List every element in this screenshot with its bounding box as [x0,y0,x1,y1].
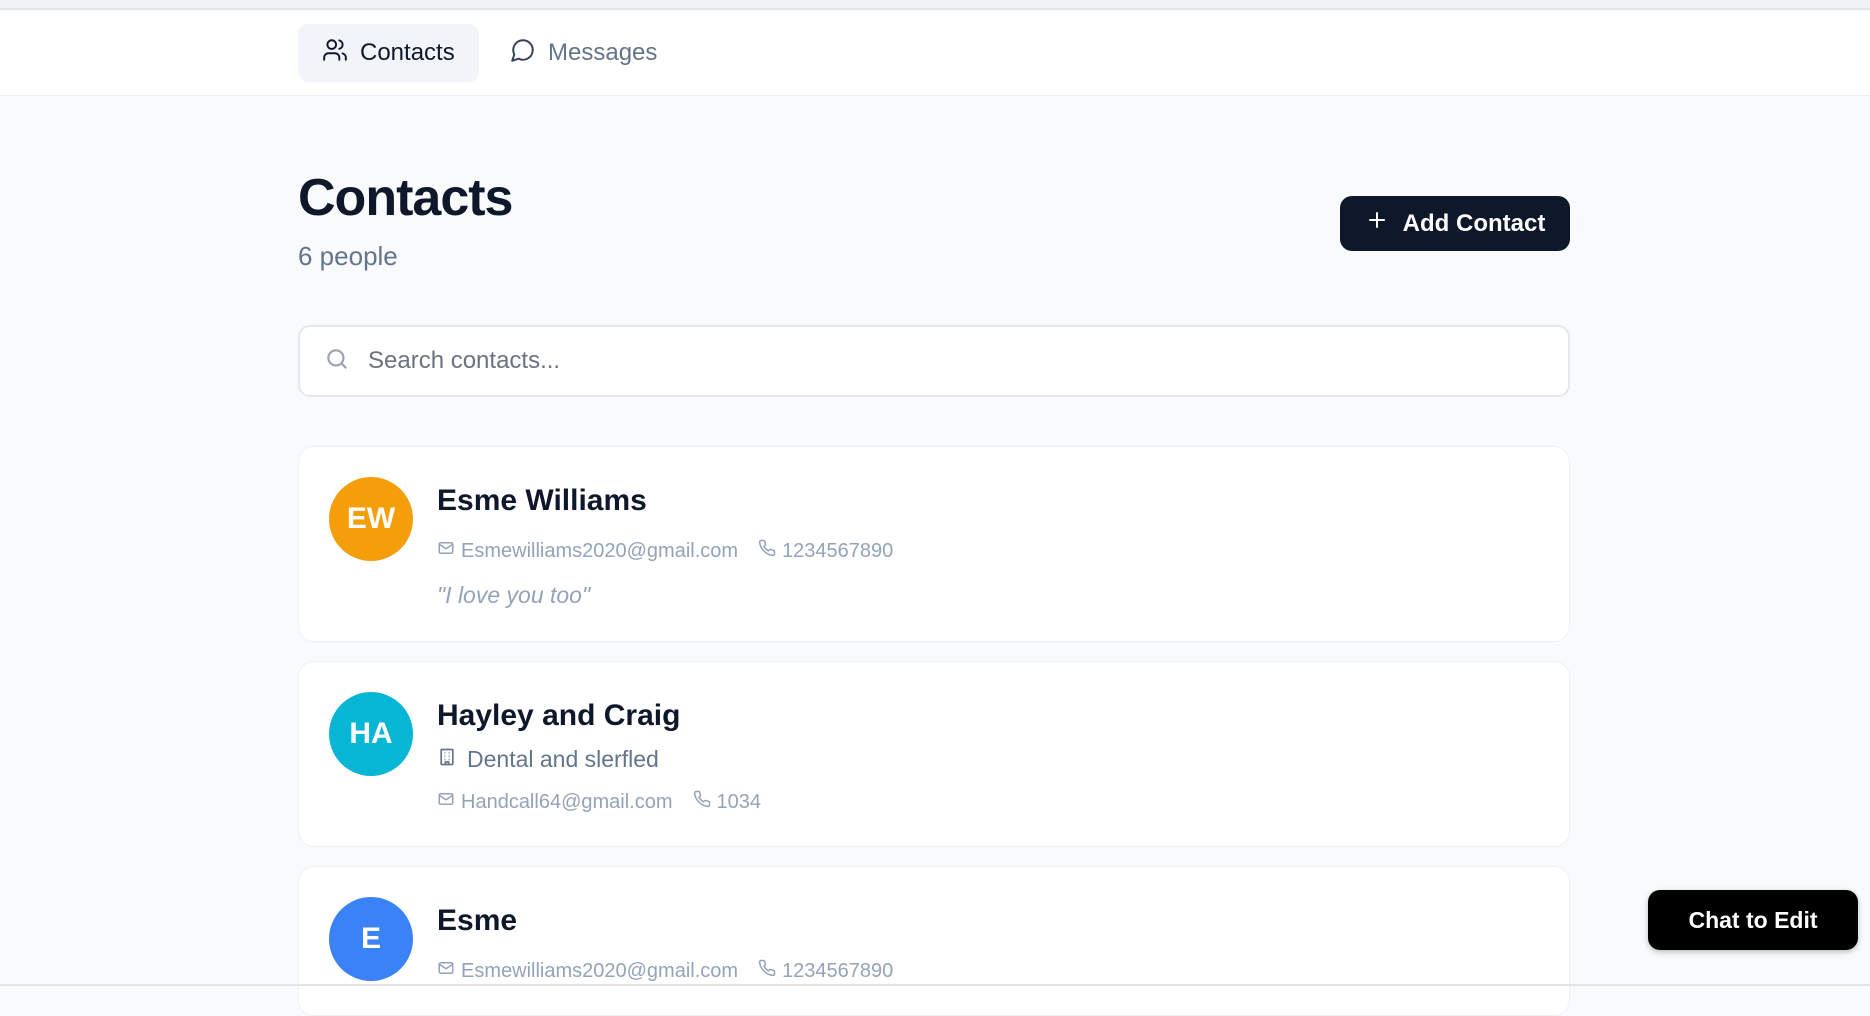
contact-email-text: Handcall64@gmail.com [461,790,673,813]
contact-name: Esme [437,904,518,937]
contact-email-text: Esmewilliams2020@gmail.com [461,539,739,562]
mail-icon [437,959,455,983]
contact-email-text: Esmewilliams2020@gmail.com [461,959,739,982]
avatar-initials: E [360,922,381,955]
contact-company: Dental and slerfled [437,746,659,773]
message-circle-icon [510,37,536,70]
contact-note: "I love you too" [437,582,591,608]
tab-messages[interactable]: Messages [486,24,681,82]
phone-icon [693,790,711,814]
avatar: EW [329,477,413,561]
add-contact-button[interactable]: Add Contact [1340,196,1570,251]
contact-company-text: Dental and slerfled [467,746,659,772]
page-title: Contacts [298,169,513,227]
search-input[interactable] [368,347,1518,375]
building-icon [437,746,457,773]
contact-name: Hayley and Craig [437,699,681,732]
contact-name: Esme Williams [437,484,647,517]
tab-contacts-label: Contacts [360,39,455,66]
contact-phone: 1034 [693,790,762,814]
search-bar [298,325,1570,397]
contact-phone-text: 1234567890 [782,539,894,562]
browser-top-border [0,0,1870,10]
avatar-initials: HA [349,717,393,750]
mail-icon [437,539,455,563]
avatar-initials: EW [346,502,396,535]
plus-icon [1365,208,1389,239]
contact-meta: Esmewilliams2020@gmail.com 1234567890 [437,959,913,983]
contact-card[interactable]: EW Esme Williams Esmewilliams2020@gmail.… [298,446,1570,642]
users-icon [322,37,348,70]
contact-phone-text: 1034 [716,790,762,813]
tab-contacts[interactable]: Contacts [298,24,479,82]
top-nav: Contacts Messages [0,12,1870,96]
contact-email: Esmewilliams2020@gmail.com [437,539,738,563]
contact-phone-text: 1234567890 [782,959,894,982]
contact-meta: Esmewilliams2020@gmail.com 1234567890 [437,539,913,563]
contact-email: Esmewilliams2020@gmail.com [437,959,738,983]
tab-messages-label: Messages [548,39,658,66]
contact-email: Handcall64@gmail.com [437,790,673,814]
contact-meta: Handcall64@gmail.com 1034 [437,790,781,814]
phone-icon [758,539,776,563]
search-icon [324,346,350,377]
avatar: E [329,897,413,981]
contact-card[interactable]: HA Hayley and Craig Dental and slerfled … [298,661,1570,847]
contact-count: 6 people [298,241,398,271]
add-contact-label: Add Contact [1402,209,1546,237]
avatar: HA [329,692,413,776]
chat-to-edit-button[interactable]: Chat to Edit [1648,890,1858,950]
mail-icon [437,790,455,814]
contact-phone: 1234567890 [758,959,893,983]
contact-phone: 1234567890 [758,539,893,563]
contact-card[interactable]: E Esme Esmewilliams2020@gmail.com 123456… [298,866,1570,1016]
phone-icon [758,959,776,983]
